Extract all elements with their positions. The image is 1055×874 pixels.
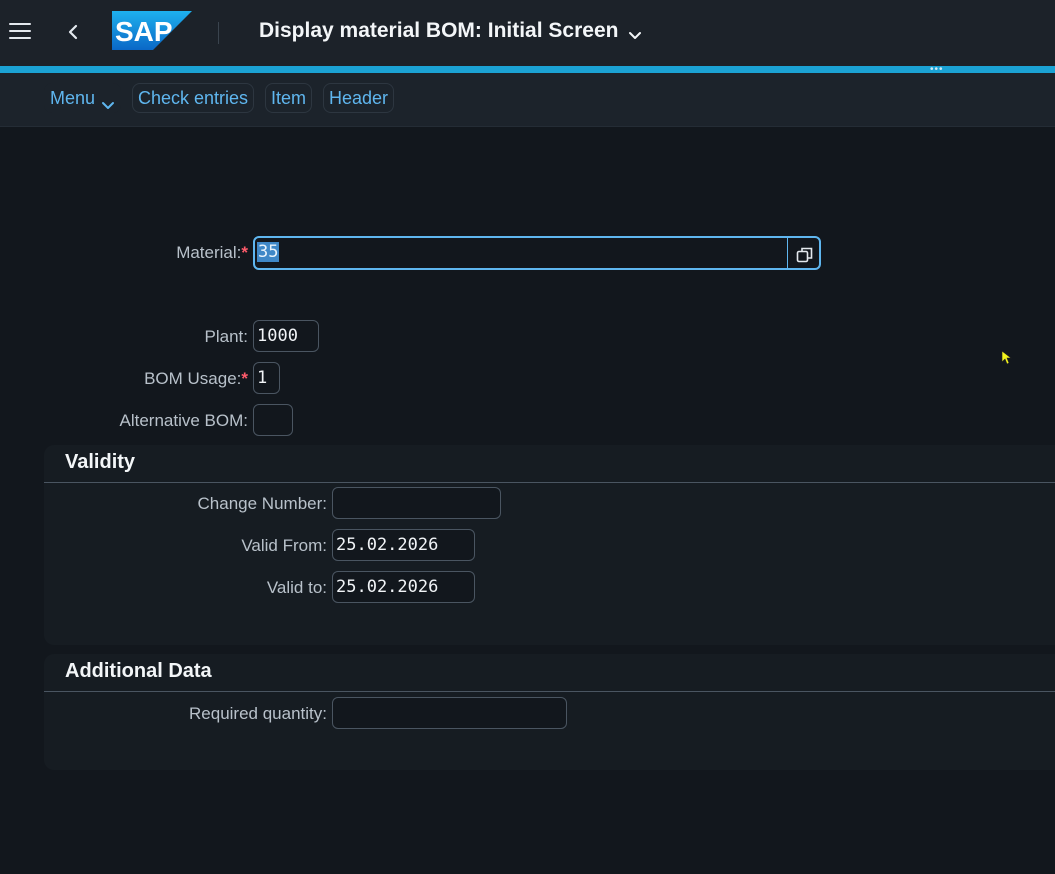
shell-divider xyxy=(218,22,219,44)
alternative-bom-label: Alternative BOM: xyxy=(119,411,249,430)
required-quantity-label: Required quantity: xyxy=(189,704,327,723)
material-input[interactable]: 35 xyxy=(253,236,789,270)
menu-button[interactable]: Menu xyxy=(44,83,122,113)
validity-panel: Validity xyxy=(44,445,1055,645)
menu-button-label: Menu xyxy=(50,88,96,108)
sap-logo-text: SAP xyxy=(115,16,173,47)
sap-logo[interactable]: SAP xyxy=(112,11,192,50)
plant-input[interactable]: 1000 xyxy=(253,320,319,352)
accent-bar xyxy=(0,66,1055,73)
item-button[interactable]: Item xyxy=(265,83,313,113)
value-help-button[interactable] xyxy=(787,236,821,270)
change-number-input[interactable] xyxy=(332,487,501,519)
required-asterisk: * xyxy=(241,369,248,388)
valid-from-label: Valid From: xyxy=(241,536,327,555)
valid-to-label: Valid to: xyxy=(266,578,327,597)
required-asterisk: * xyxy=(241,243,248,262)
bom-usage-input[interactable]: 1 xyxy=(253,362,280,394)
valid-from-input[interactable]: 25.02.2026 xyxy=(332,529,475,561)
chevron-down-icon xyxy=(101,91,115,109)
toolbar: Menu Check entries Item Header xyxy=(0,73,1055,127)
check-entries-button[interactable]: Check entries xyxy=(132,83,255,113)
app-title-text: Display material BOM: Initial Screen xyxy=(259,19,619,42)
valid-to-input[interactable]: 25.02.2026 xyxy=(332,571,475,603)
bom-usage-label: BOM Usage:* xyxy=(144,369,248,388)
app-title[interactable]: Display material BOM: Initial Screen xyxy=(259,19,642,43)
back-arrow-icon[interactable] xyxy=(62,20,84,44)
mouse-pointer-icon xyxy=(1001,350,1013,371)
required-quantity-input[interactable] xyxy=(332,697,567,729)
panel-separator xyxy=(44,691,1055,692)
material-input-value: 35 xyxy=(257,242,280,262)
alternative-bom-input[interactable] xyxy=(253,404,293,436)
shell-bar: SAP Display material BOM: Initial Screen xyxy=(0,0,1055,66)
header-button[interactable]: Header xyxy=(323,83,395,113)
hamburger-menu-icon[interactable] xyxy=(9,22,31,40)
value-help-icon xyxy=(796,247,813,263)
panel-separator xyxy=(44,482,1055,483)
chevron-down-icon xyxy=(628,24,642,39)
additional-data-title: Additional Data xyxy=(65,660,212,682)
validity-title: Validity xyxy=(65,451,136,473)
change-number-label: Change Number: xyxy=(197,494,327,513)
plant-label: Plant: xyxy=(204,327,248,346)
material-label: Material:* xyxy=(176,243,248,262)
